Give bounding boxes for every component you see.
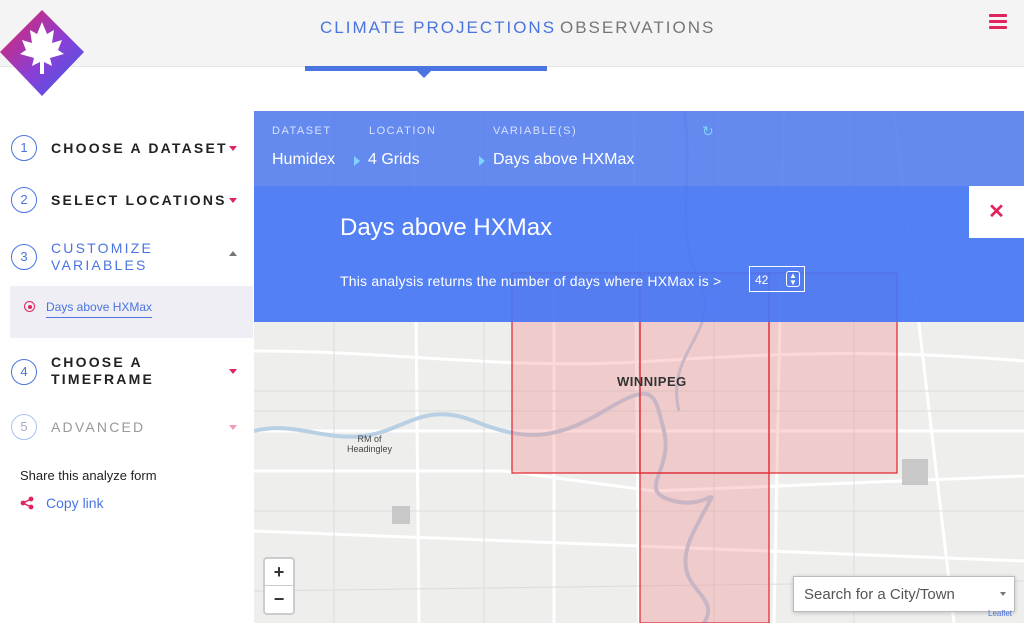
variable-value: Days above HXMax bbox=[493, 151, 635, 168]
tab-climate-projections[interactable]: CLIMATE PROJECTIONS bbox=[320, 18, 556, 38]
copy-link[interactable]: Copy link bbox=[46, 495, 104, 511]
variable-detail-panel: Days above HXMax This analysis returns t… bbox=[254, 186, 1024, 322]
chevron-down-icon[interactable] bbox=[1000, 592, 1006, 596]
step-choose-dataset[interactable]: 1 CHOOSE A DATASET bbox=[0, 134, 253, 164]
close-icon[interactable]: ✕ bbox=[969, 186, 1024, 238]
variable-option-link[interactable]: Days above HXMax bbox=[46, 300, 153, 318]
chevron-down-icon bbox=[229, 198, 237, 203]
chevron-up-icon bbox=[229, 251, 237, 256]
step-label-line2: TIMEFRAME bbox=[51, 371, 155, 387]
place-label: RM of Headingley bbox=[347, 434, 392, 454]
zoom-controls: + − bbox=[263, 557, 295, 615]
step-label-line2: VARIABLES bbox=[51, 257, 148, 273]
reset-icon[interactable]: ↻ bbox=[702, 123, 714, 140]
step-number: 5 bbox=[11, 414, 37, 440]
active-tab-arrow bbox=[416, 70, 432, 78]
caret-right-icon bbox=[354, 156, 360, 166]
dataset-label: DATASET bbox=[272, 125, 332, 137]
city-label: WINNIPEG bbox=[617, 374, 687, 389]
threshold-stepper[interactable]: ▲▼ bbox=[749, 266, 805, 292]
analyze-sidebar: 1 CHOOSE A DATASET 2 SELECT LOCATIONS 3 … bbox=[0, 118, 253, 623]
step-advanced[interactable]: 5 ADVANCED bbox=[0, 414, 253, 444]
step-number: 1 bbox=[11, 135, 37, 161]
step-label: CUSTOMIZE VARIABLES bbox=[51, 240, 153, 274]
share-icon[interactable] bbox=[20, 496, 34, 510]
step-label: CHOOSE A DATASET bbox=[51, 140, 228, 156]
zoom-in-button[interactable]: + bbox=[265, 559, 293, 586]
share-title: Share this analyze form bbox=[20, 468, 157, 483]
map-attribution[interactable]: Leaflet bbox=[988, 609, 1012, 618]
stepper-arrows-icon[interactable]: ▲ ▼ bbox=[786, 271, 800, 287]
variable-option-row[interactable]: Days above HXMax bbox=[10, 286, 253, 338]
step-label: SELECT LOCATIONS bbox=[51, 192, 227, 208]
location-value: 4 Grids bbox=[368, 151, 420, 168]
chevron-down-icon bbox=[229, 146, 237, 151]
selection-summary-bar: DATASET LOCATION ↻ VARIABLE(S) Humidex 4… bbox=[254, 111, 1024, 186]
step-select-locations[interactable]: 2 SELECT LOCATIONS bbox=[0, 186, 253, 216]
step-label: CHOOSE A TIMEFRAME bbox=[51, 354, 154, 388]
step-number: 3 bbox=[11, 244, 37, 270]
place-label-line2: Headingley bbox=[347, 444, 393, 454]
hamburger-icon[interactable] bbox=[989, 14, 1007, 30]
place-label-line1: RM of bbox=[357, 434, 382, 444]
tab-observations[interactable]: OBSERVATIONS bbox=[560, 18, 715, 38]
threshold-input[interactable] bbox=[753, 270, 787, 290]
maple-leaf-logo[interactable] bbox=[0, 10, 84, 96]
variables-label: VARIABLE(S) bbox=[493, 125, 578, 137]
chevron-down-icon bbox=[229, 369, 237, 374]
step-number: 2 bbox=[11, 187, 37, 213]
radio-selected-icon[interactable] bbox=[24, 301, 35, 312]
dataset-value: Humidex bbox=[272, 151, 336, 168]
step-label: ADVANCED bbox=[51, 419, 146, 435]
step-label-line1: CUSTOMIZE bbox=[51, 240, 153, 256]
city-search-input[interactable] bbox=[802, 583, 986, 605]
zoom-out-button[interactable]: − bbox=[265, 586, 293, 612]
step-number: 4 bbox=[11, 359, 37, 385]
detail-description: This analysis returns the number of days… bbox=[340, 273, 722, 289]
caret-right-icon bbox=[479, 156, 485, 166]
location-label: LOCATION bbox=[369, 125, 437, 137]
step-label-line1: CHOOSE A bbox=[51, 354, 143, 370]
top-header: CLIMATE PROJECTIONS OBSERVATIONS bbox=[0, 0, 1024, 78]
city-search[interactable] bbox=[793, 576, 1015, 612]
step-customize-variables[interactable]: 3 CUSTOMIZE VARIABLES bbox=[0, 238, 253, 278]
step-choose-timeframe[interactable]: 4 CHOOSE A TIMEFRAME bbox=[0, 354, 253, 394]
chevron-down-icon bbox=[229, 425, 237, 430]
detail-title: Days above HXMax bbox=[340, 214, 553, 241]
